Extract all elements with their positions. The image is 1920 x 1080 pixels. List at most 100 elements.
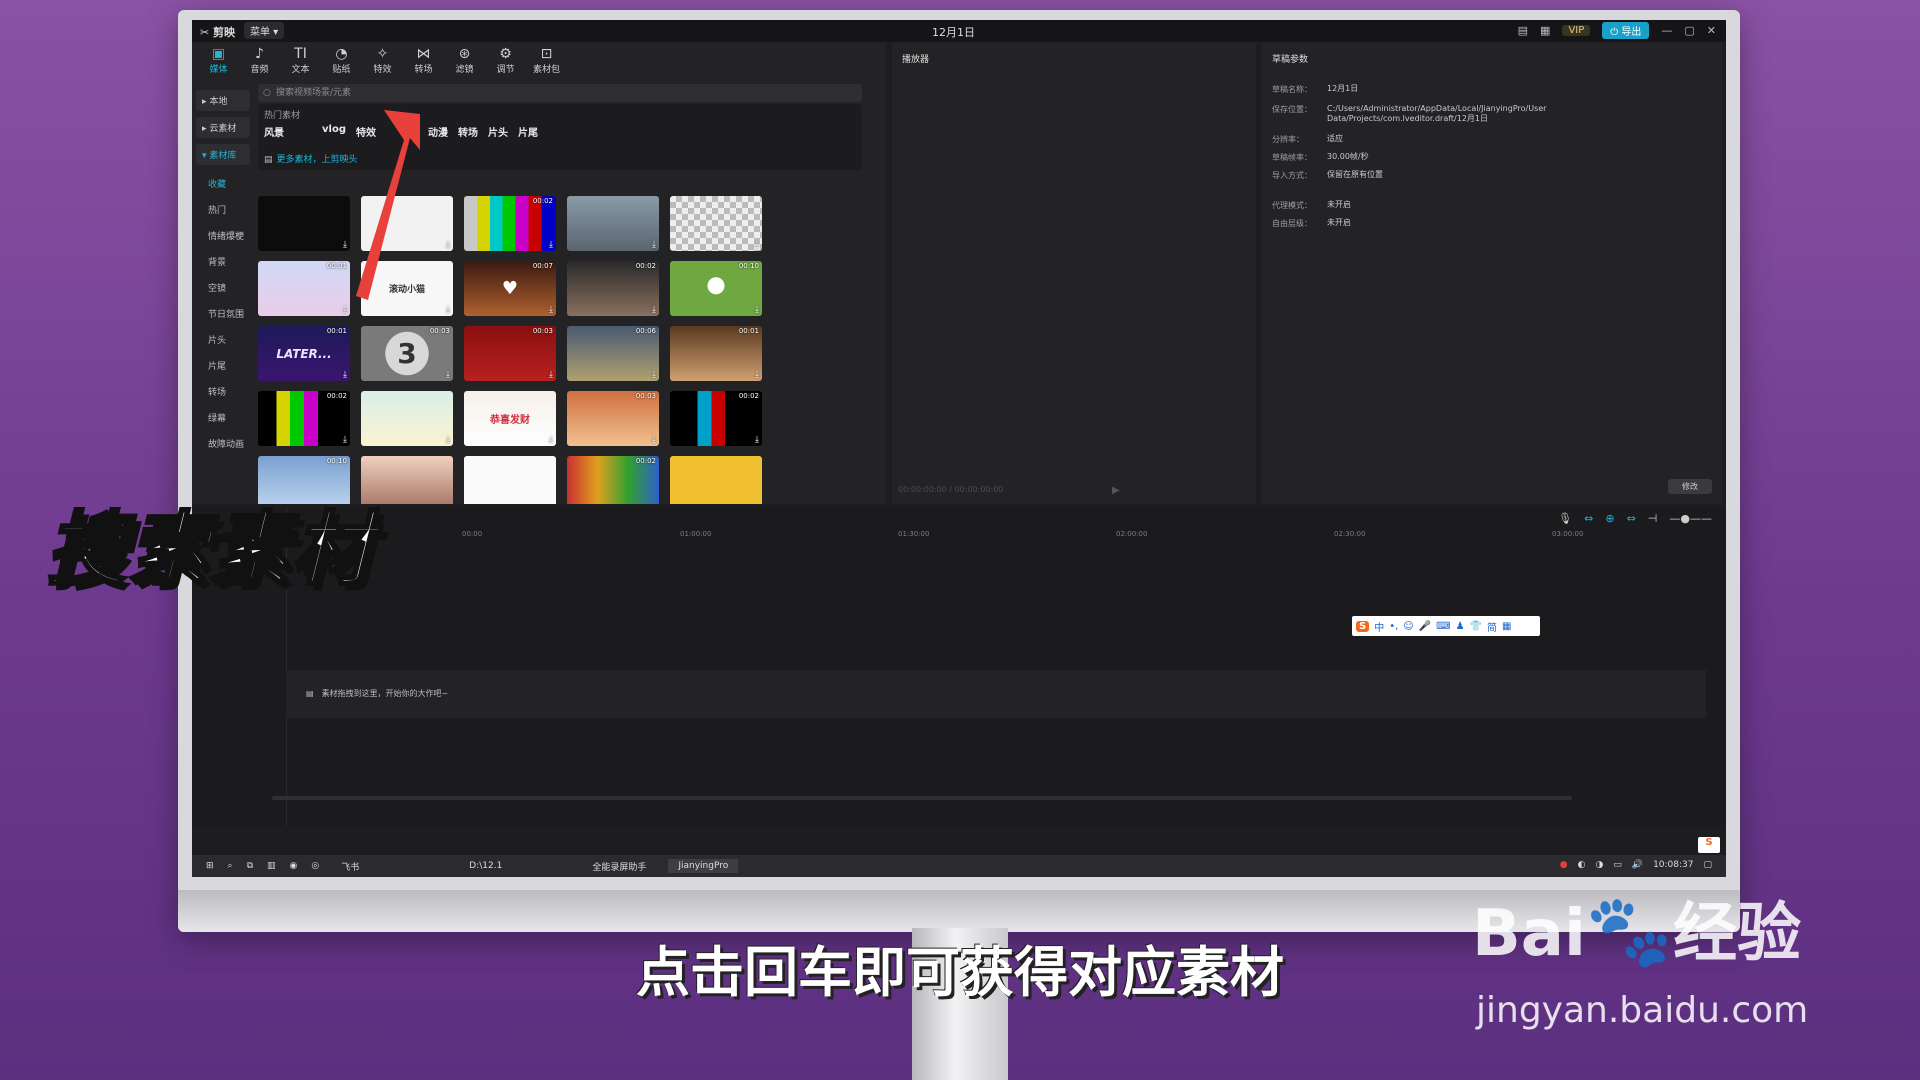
download-icon[interactable]: ⤓ <box>549 435 553 445</box>
snap-icon[interactable]: ⇔ <box>1627 512 1636 525</box>
download-icon[interactable]: ⤓ <box>755 370 759 380</box>
wechat-icon[interactable]: ◑ <box>1595 860 1603 870</box>
media-thumbnail[interactable]: 00:01 ⤓ <box>670 326 762 381</box>
tag-transition[interactable]: 转场 <box>458 124 478 139</box>
task-feishu[interactable]: 飞书 <box>331 858 369 875</box>
tag-effects[interactable]: 特效 <box>356 124 376 139</box>
download-icon[interactable]: ⤓ <box>652 240 656 250</box>
media-thumbnail[interactable]: ♥ 00:07 ⤓ <box>464 261 556 316</box>
ime-item[interactable]: 🎤 <box>1419 621 1431 632</box>
search-input[interactable]: ○ 搜索视频场景/元素 <box>258 84 862 102</box>
tag-outro[interactable]: 片尾 <box>518 124 538 139</box>
ime-item[interactable]: ♟ <box>1456 621 1465 632</box>
nav-cloud[interactable]: ▸ 云素材 <box>196 117 250 138</box>
ime-item[interactable]: 简 <box>1487 619 1497 634</box>
media-thumbnail[interactable]: ⤓ <box>361 391 453 446</box>
media-thumbnail[interactable]: LATER... 00:01 ⤓ <box>258 326 350 381</box>
ime-item[interactable]: ☺ <box>1403 621 1413 632</box>
download-icon[interactable]: ⤓ <box>446 370 450 380</box>
windows-start-icon[interactable]: ⊞ <box>206 861 214 871</box>
media-thumbnail[interactable]: 恭喜发财 ⤓ <box>464 391 556 446</box>
tool-audio[interactable]: ♪ 音频 <box>243 42 276 80</box>
download-icon[interactable]: ⤓ <box>652 370 656 380</box>
record-icon[interactable]: ● <box>1560 860 1568 870</box>
media-thumbnail[interactable]: 00:10 ⤓ <box>670 261 762 316</box>
magnet-icon[interactable]: ⊕ <box>1605 512 1614 525</box>
menu-button[interactable]: 菜单 ▾ <box>244 22 285 39</box>
nav-item-background[interactable]: 背景 <box>192 249 254 275</box>
volume-icon[interactable]: 🔊 <box>1632 860 1643 870</box>
media-thumbnail[interactable] <box>670 456 762 504</box>
media-thumbnail[interactable]: 00:02 <box>567 456 659 504</box>
media-thumbnail[interactable]: 00:01 ⤓ <box>258 261 350 316</box>
tag-obscured[interactable] <box>294 124 312 139</box>
task-view-icon[interactable]: ⧉ <box>247 861 253 871</box>
task-recorder[interactable]: 全能录屏助手 <box>582 858 656 875</box>
nav-item-hot[interactable]: 热门 <box>192 197 254 223</box>
task-jianying[interactable]: JianyingPro <box>668 859 739 873</box>
play-icon[interactable]: ▶ <box>1112 485 1120 496</box>
media-thumbnail[interactable]: 00:02 ⤓ <box>670 391 762 446</box>
ime-item[interactable]: 👕 <box>1470 621 1482 632</box>
nav-item-greenscreen[interactable]: 绿幕 <box>192 405 254 431</box>
layout-icon[interactable]: ▤ <box>1518 24 1528 37</box>
tool-transition[interactable]: ⋈ 转场 <box>407 42 440 80</box>
nav-item-favorites[interactable]: 收藏 <box>192 171 254 197</box>
ime-item[interactable]: •, <box>1389 621 1398 632</box>
tool-package[interactable]: ⊡ 素材包 <box>530 42 563 80</box>
ime-item[interactable]: ⌨ <box>1436 621 1450 632</box>
download-icon[interactable]: ⤓ <box>343 240 347 250</box>
media-thumbnail[interactable] <box>464 456 556 504</box>
tag-anime[interactable]: 动漫 <box>428 124 448 139</box>
download-icon[interactable]: ⤓ <box>549 240 553 250</box>
media-thumbnail[interactable]: ⤓ <box>567 196 659 251</box>
mic-icon[interactable]: 🎙 <box>1558 512 1572 525</box>
download-icon[interactable]: ⤓ <box>343 305 347 315</box>
download-icon[interactable]: ⤓ <box>755 435 759 445</box>
nav-item-memes[interactable]: 情绪爆梗 <box>192 223 254 249</box>
download-icon[interactable]: ⤓ <box>549 370 553 380</box>
export-button[interactable]: ⏻ 导出 <box>1602 22 1650 39</box>
browser-icon[interactable]: ◉ <box>290 861 298 871</box>
tag-intro[interactable]: 片头 <box>488 124 508 139</box>
download-icon[interactable]: ⤓ <box>343 435 347 445</box>
media-thumbnail[interactable]: ⤓ <box>258 196 350 251</box>
link-icon[interactable]: ⇔ <box>1584 512 1593 525</box>
tag-scenery[interactable]: 风景 <box>264 124 284 139</box>
search-icon[interactable]: ⌕ <box>228 861 233 871</box>
network-icon[interactable]: ▭ <box>1613 860 1622 870</box>
tag-vlog[interactable]: vlog <box>322 124 346 139</box>
qq-icon[interactable]: ◐ <box>1578 860 1586 870</box>
nav-item-glitch[interactable]: 故障动画 <box>192 431 254 457</box>
split-icon[interactable]: ⊣ <box>1648 512 1658 525</box>
download-icon[interactable]: ⤓ <box>549 305 553 315</box>
notification-icon[interactable]: ▢ <box>1703 860 1712 870</box>
media-thumbnail[interactable]: 00:03 ⤓ <box>464 326 556 381</box>
nav-item-festival[interactable]: 节日氛围 <box>192 301 254 327</box>
minimize-icon[interactable]: — <box>1661 24 1672 37</box>
tool-sticker[interactable]: ◔ 贴纸 <box>325 42 358 80</box>
media-thumbnail[interactable]: 滚动小猫 ⤓ <box>361 261 453 316</box>
task-folder[interactable]: D:\12.1 <box>459 859 512 873</box>
download-icon[interactable]: ⤓ <box>446 240 450 250</box>
timeline-scrollbar[interactable] <box>272 796 1572 800</box>
tool-text[interactable]: TI 文本 <box>284 42 317 80</box>
maximize-icon[interactable]: ▢ <box>1684 24 1694 37</box>
nav-item-outro[interactable]: 片尾 <box>192 353 254 379</box>
main-track[interactable]: ▤ 素材拖拽到这里，开始你的大作吧~ <box>286 670 1706 718</box>
download-icon[interactable]: ⤓ <box>652 305 656 315</box>
media-thumbnail[interactable]: 00:02 ⤓ <box>464 196 556 251</box>
close-icon[interactable]: ✕ <box>1707 24 1716 37</box>
grid-icon[interactable]: ▦ <box>1540 24 1550 37</box>
ime-toolbar[interactable]: S 中 •, ☺ 🎤 ⌨ ♟ 👕 简 ▦ <box>1352 616 1540 636</box>
nav-item-transition[interactable]: 转场 <box>192 379 254 405</box>
modify-button[interactable]: 修改 <box>1668 479 1712 494</box>
tool-effects[interactable]: ✧ 特效 <box>366 42 399 80</box>
nav-item-scenery[interactable]: 空镜 <box>192 275 254 301</box>
zoom-slider[interactable]: —●—— <box>1669 512 1712 525</box>
media-thumbnail[interactable]: 3 00:03 ⤓ <box>361 326 453 381</box>
download-icon[interactable]: ⤓ <box>755 305 759 315</box>
vip-badge[interactable]: VIP <box>1562 25 1591 36</box>
chrome-icon[interactable]: ◎ <box>311 861 319 871</box>
media-thumbnail[interactable]: ⤓ <box>670 196 762 251</box>
